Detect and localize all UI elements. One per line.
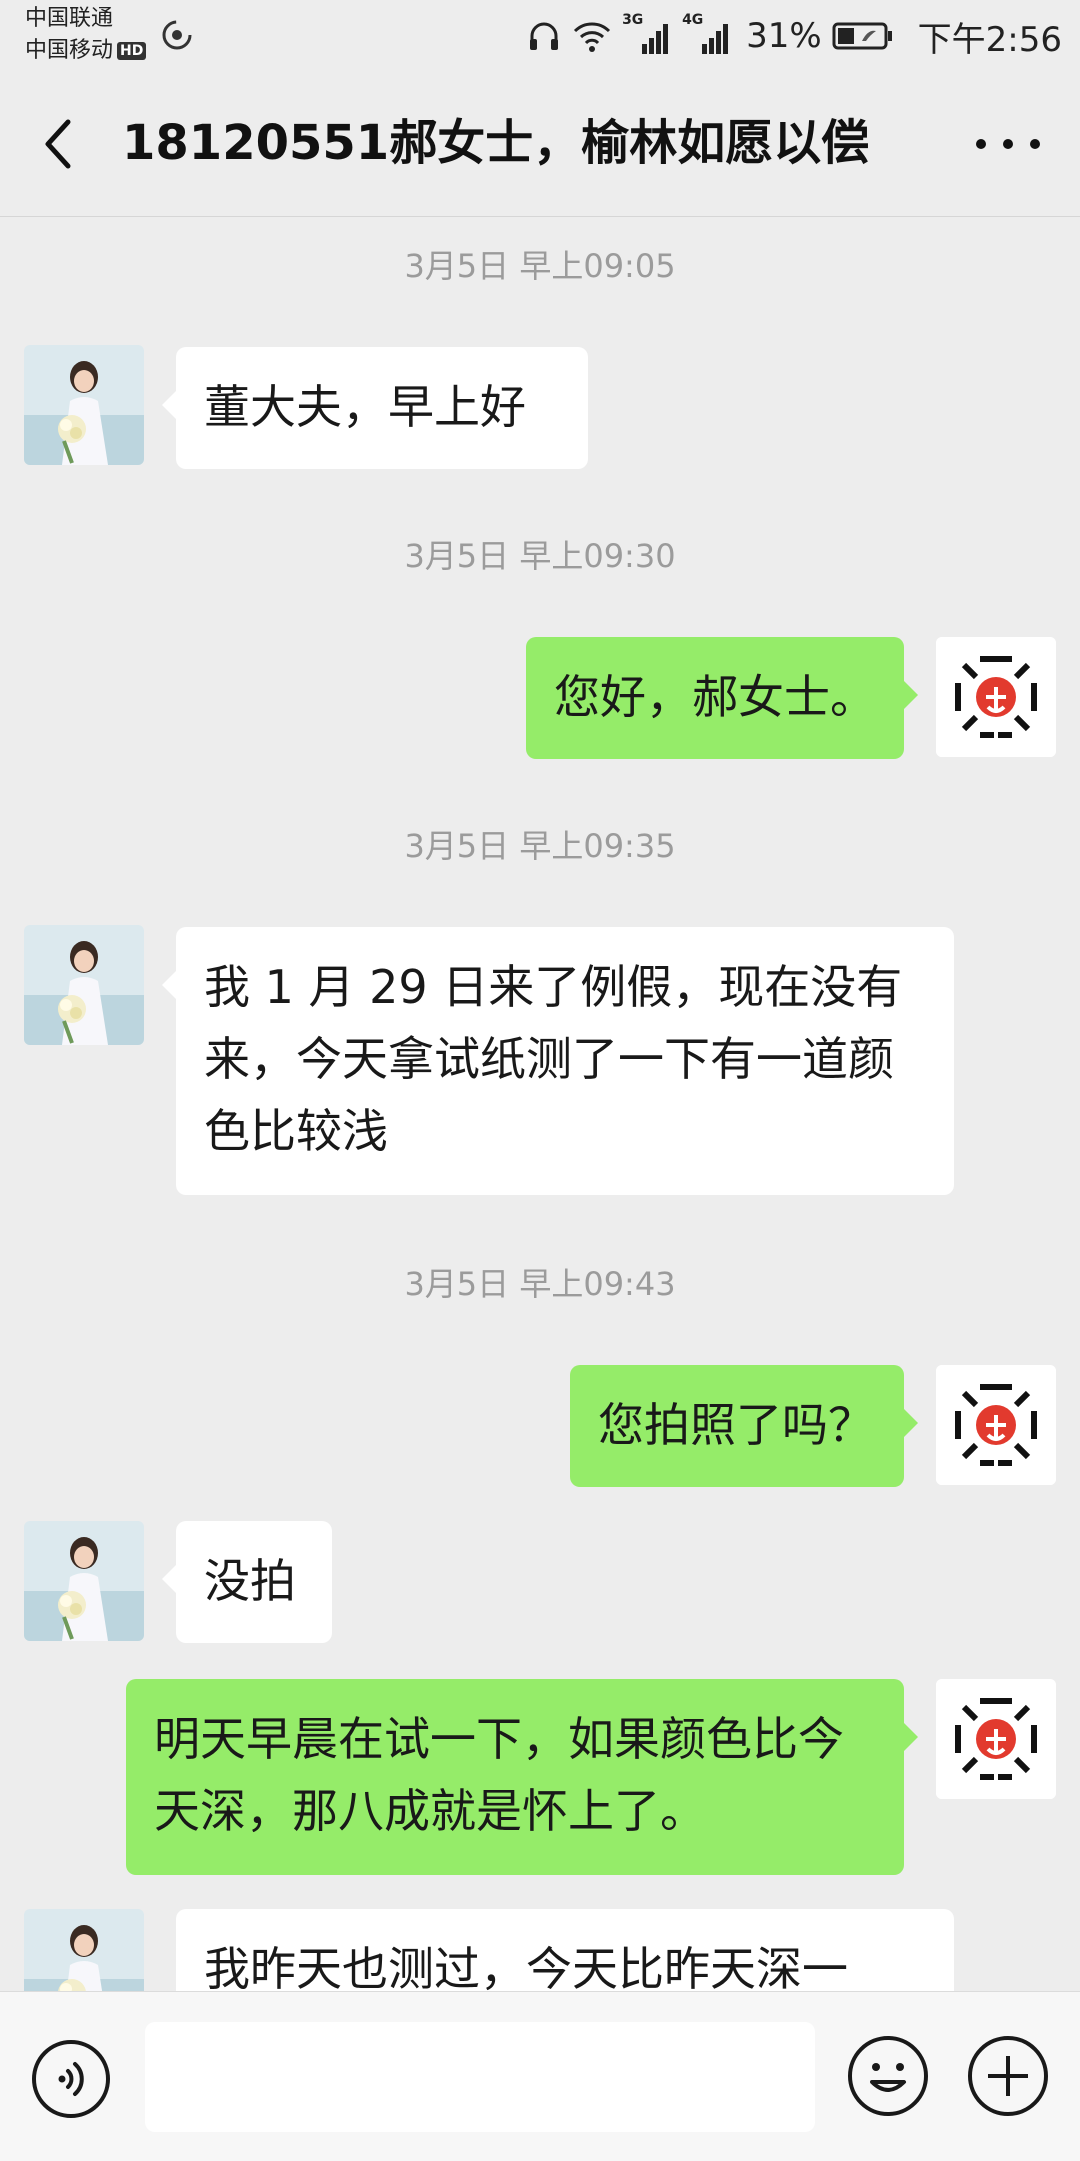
message-text: 没拍 <box>204 1554 296 1608</box>
headphones-icon <box>530 22 559 50</box>
incoming-message-bubble[interactable]: 我 1 月 29 日来了例假，现在没有来，今天拿试纸测了一下有一道颜色比较浅 <box>162 927 954 1195</box>
chat-input-bar <box>0 1991 1080 2161</box>
plus-icon[interactable] <box>966 2034 1050 2118</box>
message-list[interactable]: 3月5日 早上09:05 董大夫，早上好 3月5日 早上09:30 您好，郝女士… <box>0 217 1080 1991</box>
contact-avatar[interactable] <box>24 345 144 465</box>
clock: 下午2:56 <box>917 19 1062 60</box>
bride-avatar-icon <box>24 345 144 465</box>
message-text: 董大夫，早上好 <box>204 380 526 434</box>
signal-bars-icon <box>642 24 669 54</box>
outgoing-message-bubble[interactable]: 您拍照了吗？ <box>570 1365 918 1487</box>
more-dot <box>1003 139 1013 149</box>
contact-avatar[interactable] <box>24 925 144 1045</box>
battery-percent: 31% <box>746 16 822 56</box>
chat-header: 18120551郝女士，榆林如愿以偿 <box>0 72 1080 217</box>
bride-avatar-icon <box>24 1521 144 1641</box>
battery-icon <box>832 22 892 50</box>
message-text: 我昨天也测过，今天比昨天深一 <box>204 1942 848 1991</box>
more-dot <box>976 139 986 149</box>
outgoing-message-bubble[interactable]: 您好，郝女士。 <box>526 637 918 759</box>
contact-avatar[interactable] <box>24 1909 144 1991</box>
chat-title: 18120551郝女士，榆林如愿以偿 <box>122 115 870 171</box>
status-bar: 中国联通 中国移动 HD 3G 4G 31% 下午2:56 <box>0 0 1080 72</box>
message-text: 明天早晨在试一下，如果颜色比今天深，那八成就是怀上了。 <box>154 1712 844 1838</box>
my-avatar[interactable] <box>936 1365 1056 1485</box>
carrier-2: 中国移动 HD <box>25 38 147 64</box>
hotspot-icon <box>162 20 192 50</box>
carrier-2-label: 中国移动 <box>25 38 114 63</box>
message-text: 您拍照了吗？ <box>598 1398 874 1452</box>
my-avatar[interactable] <box>936 1679 1056 1799</box>
bagua-logo-icon <box>936 1679 1056 1799</box>
message-timestamp: 3月5日 早上09:35 <box>404 827 676 865</box>
emoji-icon[interactable] <box>846 2034 930 2118</box>
signal-1: 3G <box>622 12 672 56</box>
signal-2: 4G <box>682 12 732 56</box>
contact-avatar[interactable] <box>24 1521 144 1641</box>
my-avatar[interactable] <box>936 637 1056 757</box>
incoming-message-bubble[interactable]: 没拍 <box>162 1521 332 1643</box>
bagua-logo-icon <box>936 1365 1056 1485</box>
outgoing-message-bubble[interactable]: 明天早晨在试一下，如果颜色比今天深，那八成就是怀上了。 <box>126 1679 918 1875</box>
incoming-message-bubble[interactable]: 董大夫，早上好 <box>162 347 588 469</box>
more-options-button[interactable] <box>976 122 1040 166</box>
bride-avatar-icon <box>24 1909 144 1991</box>
incoming-message-bubble[interactable]: 我昨天也测过，今天比昨天深一 <box>176 1909 954 1991</box>
hd-badge: HD <box>117 42 147 60</box>
status-icons: 3G 4G 31% 下午2:56 <box>526 12 1062 60</box>
message-timestamp: 3月5日 早上09:05 <box>404 247 676 285</box>
wifi-icon <box>574 22 611 52</box>
bride-avatar-icon <box>24 925 144 1045</box>
more-dot <box>1030 139 1040 149</box>
message-text: 您好，郝女士。 <box>554 670 876 724</box>
carrier-1: 中国联通 <box>25 6 114 31</box>
message-timestamp: 3月5日 早上09:30 <box>404 537 676 575</box>
message-input[interactable] <box>145 2022 815 2132</box>
bagua-logo-icon <box>936 637 1056 757</box>
message-text: 我 1 月 29 日来了例假，现在没有来，今天拿试纸测了一下有一道颜色比较浅 <box>204 960 903 1158</box>
signal-bars-icon <box>702 24 729 54</box>
voice-input-icon[interactable] <box>30 2038 112 2120</box>
back-arrow-icon[interactable] <box>38 116 78 172</box>
message-timestamp: 3月5日 早上09:43 <box>404 1265 676 1303</box>
